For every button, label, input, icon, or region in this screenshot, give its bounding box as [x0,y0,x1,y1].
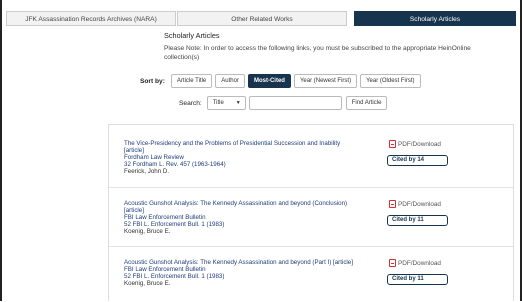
article-meta: Acoustic Gunshot Analysis: The Kennedy A… [124,200,384,236]
cited-by-button[interactable]: Cited by 11 [387,215,448,226]
find-article-button[interactable]: Find Article [345,96,388,110]
search-field-value: Title [212,100,224,106]
page-frame: JFK Assassination Records Archives (NARA… [0,0,522,301]
pdf-download-link[interactable]: PDF/Download [389,200,441,208]
pdf-download-link[interactable]: PDF/Download [389,140,441,148]
article-title-link[interactable]: Acoustic Gunshot Analysis: The Kennedy A… [124,200,384,208]
chevron-down-icon: ▼ [235,100,241,106]
section-heading: Scholarly Articles [164,31,220,40]
sort-label: Sort by: [140,77,165,85]
pdf-download-label: PDF/Download [398,259,441,267]
sort-most-cited-button[interactable]: Most-Cited [247,74,291,88]
article-author: Koenig, Bruce E. [124,279,171,287]
article-author: Koenig, Bruce E. [124,227,171,235]
pdf-icon [389,200,396,208]
sort-author-button[interactable]: Author [215,74,245,88]
tab-nara-records[interactable]: JFK Assassination Records Archives (NARA… [6,11,176,26]
sort-year-newest-button[interactable]: Year (Newest First) [293,74,358,88]
pdf-download-label: PDF/Download [398,200,441,208]
pdf-icon [389,140,396,148]
sort-article-title-button[interactable]: Article Title [170,74,213,88]
tab-scholarly-articles[interactable]: Scholarly Articles [354,11,516,26]
sort-year-oldest-button[interactable]: Year (Oldest First) [360,74,421,88]
pdf-icon [389,259,396,267]
article-row: The Vice-Presidency and the Problems of … [109,125,513,188]
article-row: Acoustic Gunshot Analysis: The Kennedy A… [109,188,513,247]
article-list: The Vice-Presidency and the Problems of … [108,124,514,301]
article-meta: Acoustic Gunshot Analysis: The Kennedy A… [124,259,384,288]
pdf-download-label: PDF/Download [398,140,441,148]
cited-by-button[interactable]: Cited by 14 [387,155,448,166]
subscription-note: Please Note: In order to access the foll… [164,45,471,61]
search-field-select[interactable]: Title ▼ [206,96,246,110]
pdf-download-link[interactable]: PDF/Download [389,259,441,267]
article-meta: The Vice-Presidency and the Problems of … [124,140,384,176]
article-title-link[interactable]: The Vice-Presidency and the Problems of … [124,140,384,148]
search-label: Search: [179,99,202,107]
cited-by-button[interactable]: Cited by 11 [387,274,448,285]
collection-tabs: JFK Assassination Records Archives (NARA… [6,11,516,26]
article-author: Feerick, John D. [124,167,170,175]
article-row: Acoustic Gunshot Analysis: The Kennedy A… [109,247,513,302]
tab-other-related-works[interactable]: Other Related Works [177,11,347,26]
search-input[interactable] [248,96,342,110]
sort-bar: Sort by: Article Title Author Most-Cited… [140,74,424,88]
search-bar: Search: Title ▼ Find Article [179,96,388,110]
